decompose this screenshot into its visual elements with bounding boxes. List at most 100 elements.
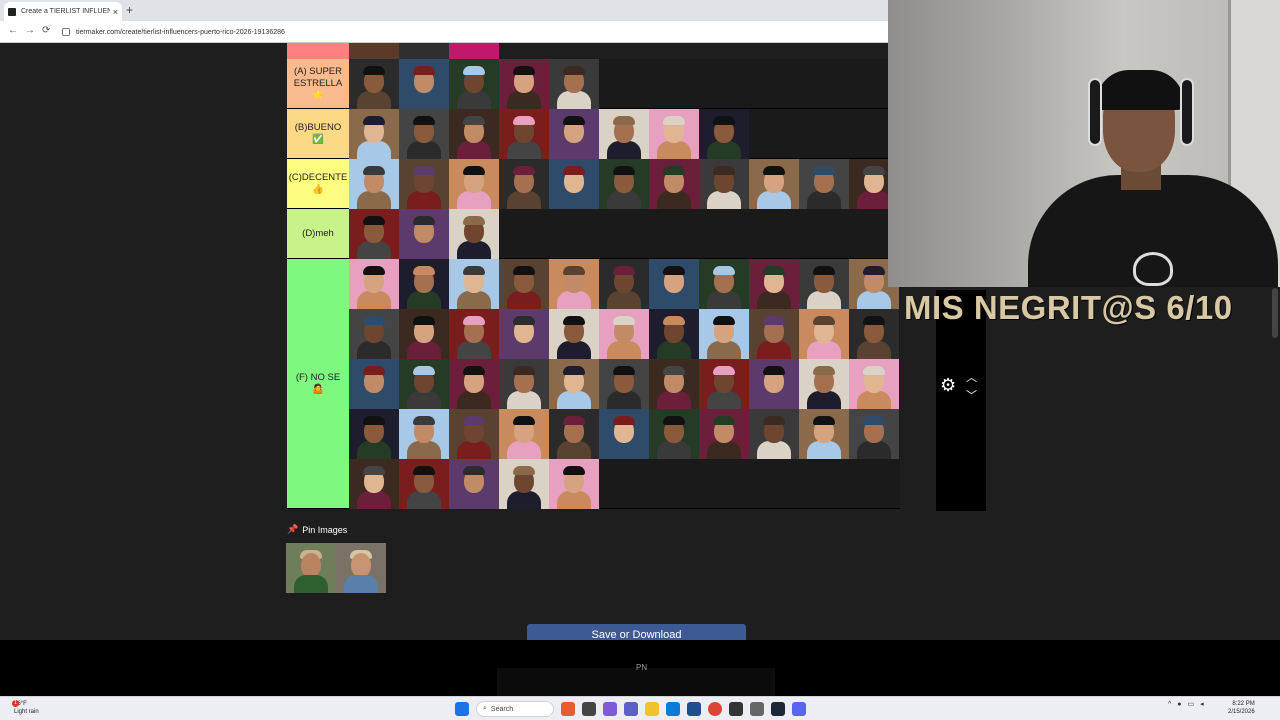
influencer-thumbnail[interactable]: [449, 109, 499, 159]
influencer-thumbnail[interactable]: [349, 109, 399, 159]
influencer-thumbnail[interactable]: [849, 409, 899, 459]
influencer-thumbnail[interactable]: [699, 259, 749, 309]
influencer-thumbnail[interactable]: [699, 309, 749, 359]
page-scrollbar[interactable]: [1272, 288, 1278, 338]
influencer-thumbnail[interactable]: [499, 459, 549, 509]
influencer-thumbnail[interactable]: [599, 109, 649, 159]
task-view-icon[interactable]: [582, 702, 596, 716]
influencer-thumbnail[interactable]: [599, 159, 649, 209]
influencer-thumbnail[interactable]: [699, 359, 749, 409]
influencer-thumbnail[interactable]: [799, 409, 849, 459]
influencer-thumbnail[interactable]: [549, 459, 599, 509]
influencer-thumbnail[interactable]: [699, 109, 749, 159]
tier-thumb-partial[interactable]: [399, 43, 449, 59]
store-icon[interactable]: [687, 702, 701, 716]
influencer-thumbnail[interactable]: [649, 159, 699, 209]
tier-label[interactable]: (D)meh: [287, 209, 349, 258]
influencer-thumbnail[interactable]: [399, 109, 449, 159]
influencer-thumbnail[interactable]: [749, 259, 799, 309]
windows-start-icon[interactable]: [455, 702, 469, 716]
influencer-thumbnail[interactable]: [349, 459, 399, 509]
tier-label[interactable]: (A) SUPER ESTRELLA ⭐: [287, 59, 349, 108]
influencer-thumbnail[interactable]: [399, 59, 449, 109]
influencer-thumbnail[interactable]: [349, 159, 399, 209]
influencer-thumbnail[interactable]: [549, 109, 599, 159]
influencer-thumbnail[interactable]: [749, 159, 799, 209]
teams-icon[interactable]: [624, 702, 638, 716]
influencer-thumbnail[interactable]: [649, 109, 699, 159]
influencer-thumbnail[interactable]: [599, 359, 649, 409]
new-tab-button[interactable]: +: [126, 3, 133, 17]
browser-tab[interactable]: Create a TIERLIST INFLUENCERS ×: [4, 2, 122, 21]
influencer-thumbnail[interactable]: [449, 159, 499, 209]
microphone-icon[interactable]: ●: [1177, 701, 1181, 708]
influencer-thumbnail[interactable]: [799, 359, 849, 409]
edge-icon[interactable]: [666, 702, 680, 716]
taskbar-search[interactable]: ⌕ Search: [476, 701, 554, 717]
reload-button[interactable]: ⟳: [42, 25, 50, 36]
file-explorer-icon[interactable]: [645, 702, 659, 716]
influencer-thumbnail[interactable]: [499, 59, 549, 109]
move-down-chevron-icon[interactable]: ﹀: [966, 387, 977, 403]
influencer-thumbnail[interactable]: [549, 409, 599, 459]
influencer-thumbnail[interactable]: [849, 359, 899, 409]
taskbar-clock[interactable]: 8:22 PM 2/15/2026: [1228, 700, 1255, 716]
steam-icon[interactable]: [771, 702, 785, 716]
influencer-thumbnail[interactable]: [449, 409, 499, 459]
influencer-thumbnail[interactable]: [549, 159, 599, 209]
forward-button[interactable]: →: [25, 25, 35, 36]
influencer-thumbnail[interactable]: [599, 409, 649, 459]
chevron-up-icon[interactable]: ^: [1168, 701, 1171, 708]
influencer-thumbnail[interactable]: [449, 359, 499, 409]
influencer-thumbnail[interactable]: [449, 459, 499, 509]
widgets-icon[interactable]: [561, 702, 575, 716]
influencer-thumbnail[interactable]: [799, 309, 849, 359]
network-icon[interactable]: ▭: [1188, 700, 1195, 708]
influencer-thumbnail[interactable]: [349, 359, 399, 409]
influencer-thumbnail[interactable]: [349, 209, 399, 259]
influencer-thumbnail[interactable]: [449, 259, 499, 309]
influencer-thumbnail[interactable]: [599, 309, 649, 359]
influencer-thumbnail[interactable]: [549, 359, 599, 409]
url-field[interactable]: tiermaker.com/create/tierlist-influencer…: [62, 25, 872, 39]
influencer-thumbnail[interactable]: [699, 409, 749, 459]
tier-label[interactable]: (C)DECENTE 👍: [287, 159, 349, 208]
influencer-thumbnail[interactable]: [449, 59, 499, 109]
influencer-thumbnail[interactable]: [649, 309, 699, 359]
influencer-thumbnail[interactable]: [649, 359, 699, 409]
weather-widget[interactable]: 1 36°F Light rain: [12, 700, 39, 716]
influencer-thumbnail[interactable]: [749, 409, 799, 459]
influencer-thumbnail[interactable]: [549, 309, 599, 359]
gear-icon[interactable]: ⚙: [940, 375, 956, 396]
influencer-thumbnail[interactable]: [799, 259, 849, 309]
influencer-thumbnail[interactable]: [599, 259, 649, 309]
influencer-thumbnail[interactable]: [349, 59, 399, 109]
influencer-thumbnail[interactable]: [449, 209, 499, 259]
influencer-thumbnail[interactable]: [499, 259, 549, 309]
settings-app-icon[interactable]: [750, 702, 764, 716]
influencer-thumbnail[interactable]: [549, 59, 599, 109]
volume-icon[interactable]: ◂: [1200, 700, 1204, 708]
influencer-thumbnail[interactable]: [399, 409, 449, 459]
influencer-thumbnail[interactable]: [399, 209, 449, 259]
influencer-thumbnail[interactable]: [399, 359, 449, 409]
chrome-icon[interactable]: [708, 702, 722, 716]
influencer-thumbnail[interactable]: [499, 409, 549, 459]
influencer-thumbnail[interactable]: [499, 109, 549, 159]
close-tab-icon[interactable]: ×: [113, 7, 118, 17]
tier-label[interactable]: (B)BUENO ✅: [287, 109, 349, 158]
influencer-thumbnail[interactable]: [399, 309, 449, 359]
influencer-thumbnail[interactable]: [399, 159, 449, 209]
influencer-thumbnail[interactable]: [349, 309, 399, 359]
app-icon[interactable]: [729, 702, 743, 716]
copilot-icon[interactable]: [603, 702, 617, 716]
pinned-image[interactable]: [336, 543, 386, 593]
move-up-chevron-icon[interactable]: ︿: [966, 369, 977, 385]
influencer-thumbnail[interactable]: [349, 409, 399, 459]
tier-label[interactable]: (F) NO SE 🤷: [287, 259, 349, 508]
discord-icon[interactable]: [792, 702, 806, 716]
influencer-thumbnail[interactable]: [649, 259, 699, 309]
influencer-thumbnail[interactable]: [349, 259, 399, 309]
back-button[interactable]: ←: [8, 25, 18, 36]
influencer-thumbnail[interactable]: [449, 309, 499, 359]
